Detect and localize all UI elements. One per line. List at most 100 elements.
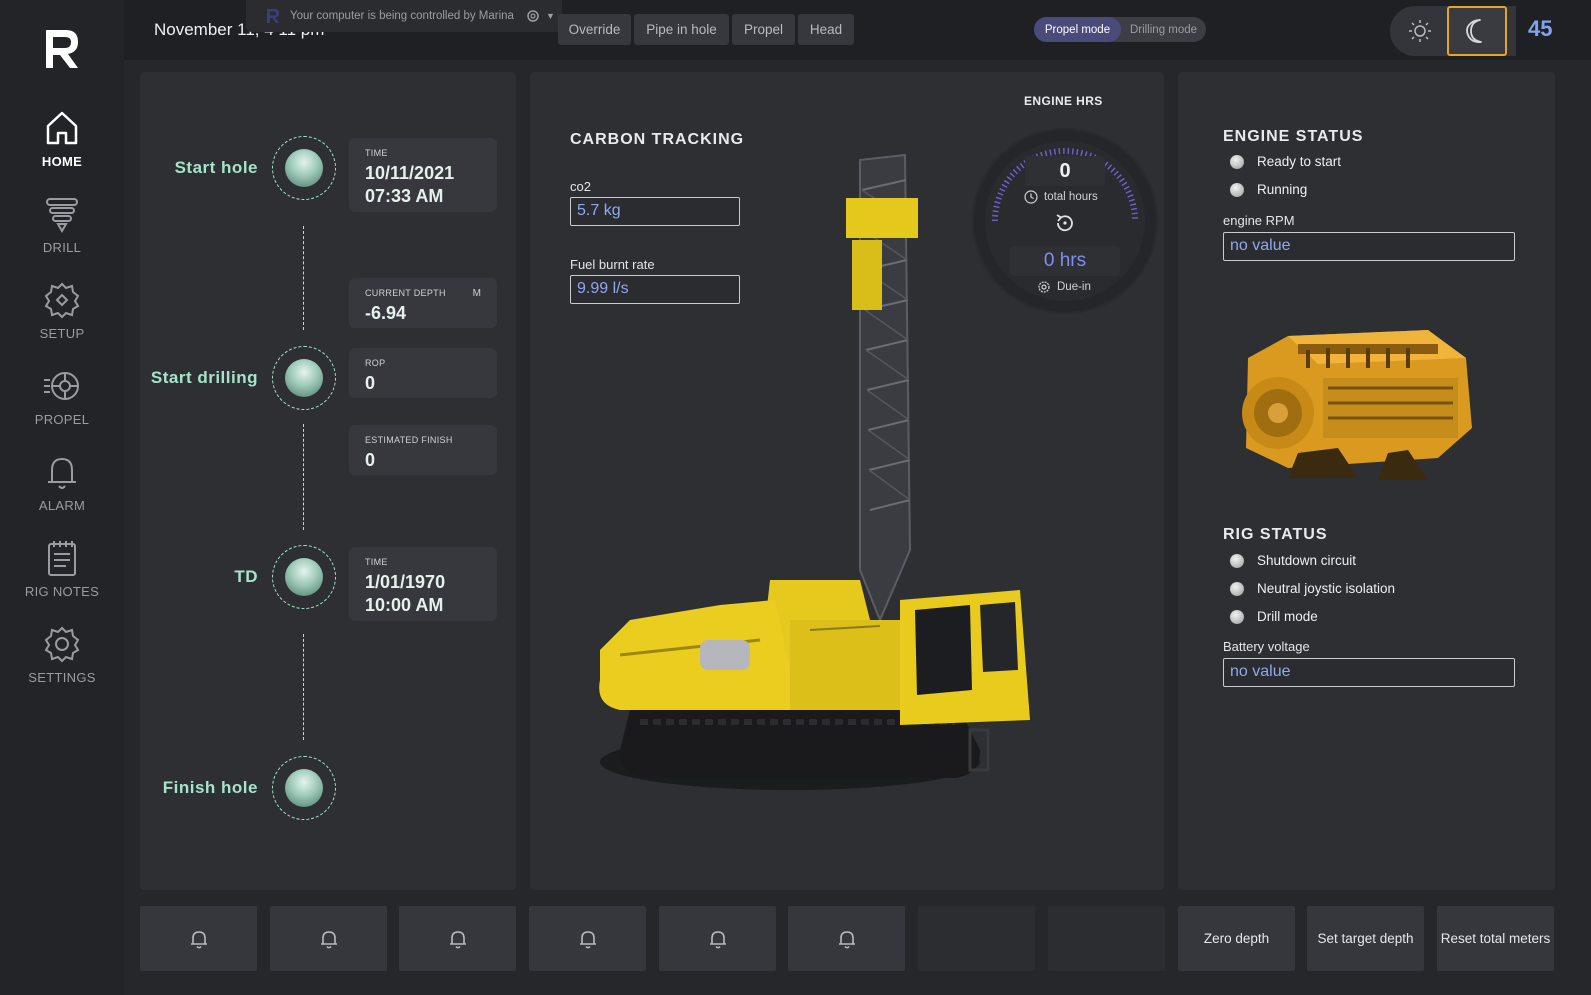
engine-hours-gauge: 0 total hours 0 hrs Due-in	[972, 128, 1158, 314]
drill-rig-image	[599, 153, 1030, 790]
start-time-date: 10/11/2021	[365, 163, 455, 183]
stage-label-td: TD	[234, 567, 258, 586]
nav-settings[interactable]: SETTINGS	[0, 624, 124, 704]
stage-label-finish-hole: Finish hole	[162, 778, 258, 797]
total-hours-label: total hours	[1044, 191, 1098, 203]
rig-status-title: RIG STATUS	[1223, 526, 1328, 543]
nav-rig-notes-label: RIG NOTES	[24, 584, 100, 599]
stage-node-start-hole[interactable]	[272, 136, 336, 200]
settings-gear-icon	[44, 626, 80, 663]
nav-drill-label: DRILL	[42, 240, 82, 255]
nav-alarm[interactable]: ALARM	[0, 452, 124, 532]
start-time-card: TIME 10/11/2021 07:33 AM	[349, 138, 497, 212]
stage-node-start-drilling[interactable]	[272, 346, 336, 410]
status-drill-mode: Drill mode	[1230, 609, 1318, 624]
chevron-down-icon[interactable]: ▼	[546, 11, 555, 21]
propel-mode-option[interactable]: Propel mode	[1034, 17, 1121, 42]
status-label: Shutdown circuit	[1257, 553, 1357, 568]
alarm-slot-button[interactable]	[659, 906, 776, 971]
total-hours-value: 0	[1059, 160, 1071, 182]
start-time-clock: 07:33 AM	[365, 186, 444, 206]
status-indicator-dot	[1230, 581, 1244, 596]
current-depth-value: -6.94	[365, 303, 407, 323]
nav-home-label: HOME	[41, 154, 83, 169]
status-label: Neutral joystic isolation	[1257, 581, 1396, 596]
stage-orb	[285, 558, 323, 596]
setup-gear-icon	[44, 282, 80, 319]
banner-gear-icon[interactable]	[526, 9, 540, 23]
due-in-label: Due-in	[1057, 281, 1091, 293]
engine-image	[1242, 330, 1472, 480]
stage-node-finish-hole[interactable]	[272, 756, 336, 820]
nav-propel[interactable]: PROPEL	[0, 366, 124, 446]
set-target-depth-button[interactable]: Set target depth	[1307, 906, 1424, 971]
bell-icon	[709, 930, 726, 949]
status-indicator-dot	[1230, 609, 1244, 624]
nav-drill[interactable]: DRILL	[0, 194, 124, 274]
timeline-connector	[303, 424, 304, 530]
timeline-connector	[303, 226, 304, 330]
stage-label-start-drilling: Start drilling	[150, 368, 258, 387]
alarm-slot-button[interactable]	[788, 906, 905, 971]
battery-voltage-value: no value	[1223, 658, 1515, 687]
service-gear-icon	[1038, 281, 1050, 293]
due-in-caption: Due-in	[1037, 280, 1091, 294]
alarm-slot-button[interactable]	[270, 906, 387, 971]
status-indicator-dot	[1230, 154, 1244, 169]
td-time-label: TIME	[365, 557, 388, 567]
status-ready-to-start: Ready to start	[1230, 154, 1341, 169]
nav-home[interactable]: HOME	[0, 108, 124, 188]
alarm-slot-button[interactable]	[399, 906, 516, 971]
status-shutdown-circuit: Shutdown circuit	[1230, 553, 1356, 568]
propel-button[interactable]: Propel	[732, 14, 795, 45]
estimated-finish-card: ESTIMATED FINISH 0	[349, 425, 497, 475]
override-button[interactable]: Override	[558, 14, 631, 45]
start-time-label: TIME	[365, 148, 388, 158]
empty-slot-button[interactable]	[1048, 906, 1165, 971]
status-label: Running	[1257, 182, 1308, 197]
bell-icon	[48, 458, 76, 489]
empty-slot-button[interactable]	[918, 906, 1035, 971]
reset-icon[interactable]	[1052, 210, 1078, 236]
pipe-in-hole-button[interactable]: Pipe in hole	[634, 14, 729, 45]
drilling-mode-option[interactable]: Drilling mode	[1121, 17, 1206, 42]
nav-settings-label: SETTINGS	[28, 670, 96, 685]
total-hours-box: 0	[1025, 156, 1105, 186]
zero-depth-button[interactable]: Zero depth	[1178, 906, 1295, 971]
alarm-slot-button[interactable]	[529, 906, 646, 971]
status-indicator-dot	[1230, 553, 1244, 568]
head-button[interactable]: Head	[798, 14, 854, 45]
moon-icon	[1466, 19, 1482, 44]
stage-label-start-hole: Start hole	[174, 158, 258, 177]
stage-orb	[285, 149, 323, 187]
banner-logo-icon	[267, 9, 279, 23]
notes-icon	[48, 541, 76, 576]
sidebar: HOME DRILL SETUP PROPEL ALARM RIG NOTES …	[0, 0, 124, 995]
alarm-slot-button[interactable]	[140, 906, 257, 971]
engine-rpm-value: no value	[1223, 232, 1515, 261]
rop-value: 0	[365, 373, 376, 393]
dark-theme-button[interactable]	[1447, 6, 1507, 56]
nav-setup-label: SETUP	[39, 326, 85, 341]
bell-icon	[320, 930, 337, 949]
bell-icon	[449, 930, 466, 949]
light-theme-button[interactable]	[1390, 6, 1450, 56]
bell-icon	[579, 930, 596, 949]
nav-setup[interactable]: SETUP	[0, 280, 124, 360]
engine-status-title: ENGINE STATUS	[1223, 128, 1364, 145]
current-depth-unit: M	[472, 288, 481, 299]
estimated-finish-label: ESTIMATED FINISH	[365, 435, 453, 445]
due-in-box: 0 hrs	[1010, 246, 1120, 276]
nav-alarm-label: ALARM	[38, 498, 86, 513]
remote-control-banner[interactable]: Your computer is being controlled by Mar…	[246, 0, 562, 32]
stage-node-td[interactable]	[272, 545, 336, 609]
stage-orb	[285, 359, 323, 397]
home-icon	[46, 111, 78, 145]
engine-hrs-title: ENGINE HRS	[1024, 94, 1103, 108]
rop-card: ROP 0	[349, 348, 497, 398]
nav-rig-notes[interactable]: RIG NOTES	[0, 538, 124, 618]
reset-total-meters-button[interactable]: Reset total meters	[1437, 906, 1554, 971]
control-banner-text: Your computer is being controlled by Mar…	[290, 10, 514, 22]
total-hours-caption: total hours	[1024, 190, 1124, 204]
battery-voltage-label: Battery voltage	[1223, 639, 1310, 654]
